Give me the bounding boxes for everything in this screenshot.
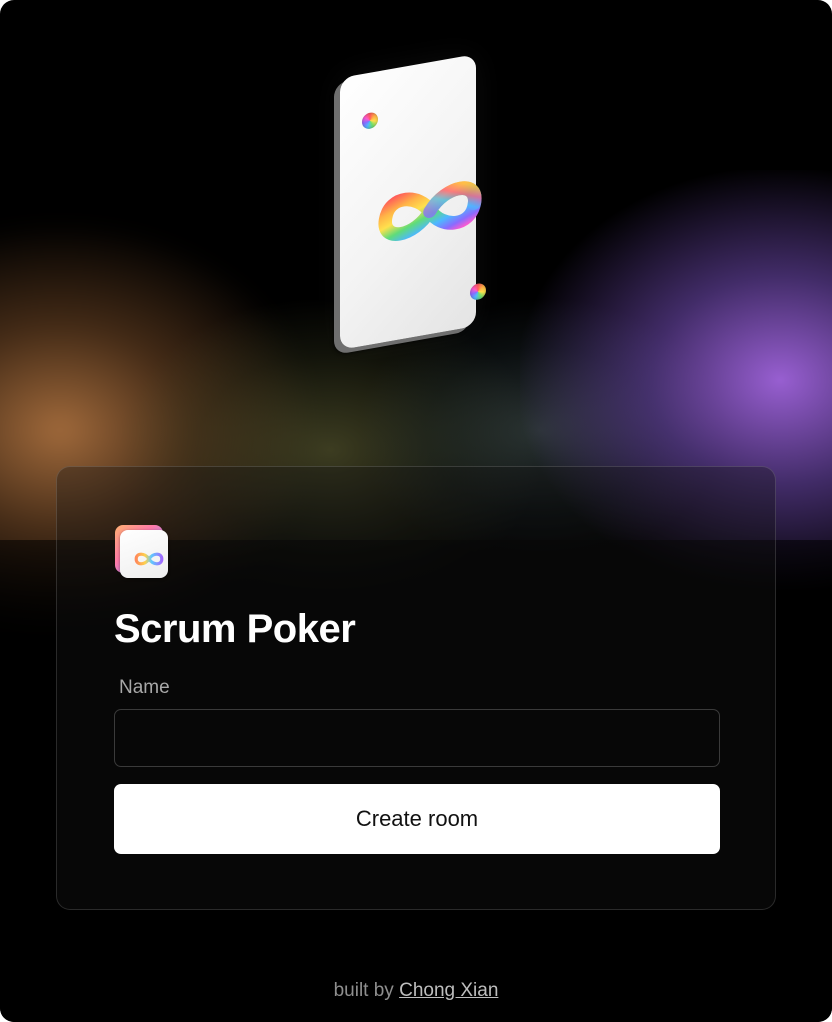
page-title: Scrum Poker bbox=[114, 607, 356, 651]
card-pip-bottom-icon bbox=[470, 282, 486, 302]
playing-card-icon bbox=[340, 54, 486, 350]
create-room-button[interactable]: Create room bbox=[114, 784, 720, 854]
name-label: Name bbox=[119, 677, 170, 698]
name-input[interactable] bbox=[114, 709, 720, 767]
app-logo-infinity-icon bbox=[134, 552, 164, 566]
app-window: Scrum Poker Name Create room built by Ch… bbox=[0, 0, 832, 1022]
app-logo-front bbox=[120, 530, 168, 578]
app-logo bbox=[115, 525, 171, 581]
card-pip-top-icon bbox=[362, 111, 378, 131]
infinity-icon bbox=[378, 181, 482, 241]
create-room-panel: Scrum Poker Name Create room bbox=[56, 466, 776, 910]
footer-prefix: built by bbox=[333, 980, 394, 1001]
author-link[interactable]: Chong Xian bbox=[399, 980, 498, 1001]
footer: built by Chong Xian bbox=[0, 980, 832, 1002]
hero-card-illustration bbox=[330, 54, 490, 370]
